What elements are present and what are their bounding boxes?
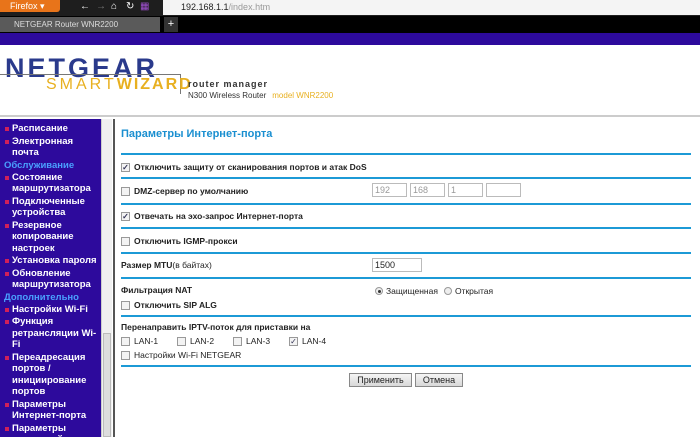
sidebar-item[interactable]: Расписание — [4, 123, 100, 135]
dmz-checkbox[interactable] — [121, 186, 130, 196]
dmz-ip-octet-3[interactable]: 1 — [448, 183, 483, 197]
sip-row: Отключить SIP ALG — [121, 300, 217, 310]
sidebar-item[interactable]: Переадресация портов / инициирование пор… — [4, 352, 100, 398]
sidebar-menu: Расписание Электронная почта Обслуживание С… — [0, 119, 100, 437]
tab-bar: NETGEAR Router WNR2200 + — [0, 16, 700, 33]
mtu-input[interactable]: 1500 — [372, 258, 422, 272]
divider — [121, 227, 691, 229]
nat-secured-radio[interactable] — [375, 287, 383, 295]
sidebar-item[interactable]: Состояние маршрутизатора — [4, 172, 100, 195]
sidebar-item[interactable]: Электронная почта — [4, 136, 100, 159]
divider — [121, 203, 691, 205]
sidebar-item[interactable]: Резервное копирование настроек — [4, 220, 100, 255]
lan-3-checkbox[interactable] — [233, 336, 242, 346]
divider — [121, 315, 691, 317]
mtu-row: Размер MTU (в байтах) — [121, 260, 212, 270]
nat-label: Фильтрация NAT — [121, 285, 193, 295]
nat-options: Защищенная Открытая — [375, 286, 493, 296]
url-host: 192.168.1.1 — [181, 2, 229, 12]
wifi-netgear-checkbox[interactable] — [121, 350, 130, 360]
browser-tab[interactable]: NETGEAR Router WNR2200 — [0, 17, 160, 32]
lan-4-label: LAN-4 — [302, 336, 327, 346]
lan-2-checkbox[interactable] — [177, 336, 186, 346]
back-icon[interactable]: ← — [80, 1, 90, 12]
dos-label: Отключить защиту от сканирования портов … — [134, 162, 367, 172]
sidebar-section-heading: Дополнительно — [4, 291, 79, 303]
firefox-menu-button[interactable]: Firefox ▾ — [0, 0, 60, 12]
igmp-row: Отключить IGMP-прокси — [121, 236, 238, 246]
page-header: NETGEAR SMARTWIZARD router manager N300 … — [0, 45, 700, 117]
sidebar-item[interactable]: Параметры Интернет-порта — [4, 399, 100, 422]
divider — [121, 252, 691, 254]
mtu-label: Размер MTU — [121, 260, 173, 270]
mtu-unit: (в байтах) — [172, 260, 212, 270]
sip-alg-checkbox[interactable] — [121, 300, 130, 310]
apps-grid-icon[interactable]: ▦ — [140, 1, 149, 12]
nat-open-radio[interactable] — [443, 287, 452, 295]
lan-4-checkbox[interactable]: ✓ — [289, 336, 298, 346]
main-content: Параметры Интернет-порта ✓ Отключить защи… — [113, 119, 700, 437]
lan-1-label: LAN-1 — [134, 336, 159, 346]
model-name: model WNR2200 — [272, 91, 334, 100]
nat-open-label: Открытая — [454, 286, 494, 296]
logo-line — [0, 74, 180, 75]
sidebar-item[interactable]: Функция ретрансляции Wi-Fi — [4, 316, 100, 351]
wifi-netgear-label: Настройки Wi-Fi NETGEAR — [134, 350, 242, 360]
sidebar-scrollbar[interactable] — [101, 119, 112, 437]
sip-alg-label: Отключить SIP ALG — [134, 300, 217, 310]
nat-secured-label: Защищенная — [386, 286, 438, 296]
iptv-lan-row: LAN-1 LAN-2 LAN-3 ✓ LAN-4 — [121, 336, 326, 346]
device-label: N300 Wireless Router model WNR2200 — [188, 91, 333, 100]
divider — [121, 277, 691, 279]
forward-icon[interactable]: → — [96, 1, 106, 12]
dos-checkbox[interactable]: ✓ — [121, 162, 130, 172]
dmz-row: DMZ-сервер по умолчанию — [121, 186, 248, 196]
reload-icon[interactable]: ↻ — [126, 1, 134, 12]
browser-toolbar: Firefox ▾ ← → ⌂ ↻ ▦ 192.168.1.1/index.ht… — [0, 0, 700, 16]
logo-wizard: WIZARD — [116, 76, 193, 93]
divider — [121, 365, 691, 367]
lan-1-checkbox[interactable] — [121, 336, 130, 346]
page-title: Параметры Интернет-порта — [121, 128, 273, 140]
apply-button[interactable]: Применить — [349, 373, 412, 387]
router-manager-label: router manager — [188, 79, 269, 89]
logo-smart: SMART — [46, 76, 117, 93]
scrollbar-thumb[interactable] — [103, 333, 111, 437]
sidebar-section-heading: Обслуживание — [4, 159, 75, 171]
dmz-label: DMZ-сервер по умолчанию — [134, 186, 249, 196]
lan-2-label: LAN-2 — [190, 336, 215, 346]
dmz-ip-octet-1[interactable]: 192 — [372, 183, 407, 197]
wifi-netgear-row: Настройки Wi-Fi NETGEAR — [121, 350, 241, 360]
ping-row: ✓ Отвечать на эхо-запрос Интернет-порта — [121, 211, 303, 221]
sidebar-item[interactable]: Настройки Wi-Fi — [4, 304, 100, 316]
igmp-label: Отключить IGMP-прокси — [134, 236, 238, 246]
url-bar[interactable]: 192.168.1.1/index.htm — [163, 0, 700, 15]
firefox-menu-label: Firefox — [10, 1, 38, 11]
ping-checkbox[interactable]: ✓ — [121, 211, 130, 221]
url-path: /index.htm — [228, 2, 271, 12]
dos-row: ✓ Отключить защиту от сканирования портов… — [121, 162, 367, 172]
sidebar-item[interactable]: Параметры локальной сети — [4, 423, 100, 437]
cancel-button[interactable]: Отмена — [415, 373, 463, 387]
lan-3-label: LAN-3 — [246, 336, 271, 346]
top-strip — [0, 33, 700, 45]
sidebar-item[interactable]: Установка пароля — [4, 255, 100, 267]
sidebar-item[interactable]: Обновление маршрутизатора — [4, 268, 100, 291]
ping-label: Отвечать на эхо-запрос Интернет-порта — [134, 211, 303, 221]
sidebar: Расписание Электронная почта Обслуживание С… — [0, 119, 112, 437]
sidebar-item[interactable]: Подключенные устройства — [4, 196, 100, 219]
igmp-checkbox[interactable] — [121, 236, 130, 246]
dmz-ip-octet-4[interactable] — [486, 183, 521, 197]
device-name: N300 Wireless Router — [188, 91, 267, 100]
iptv-label: Перенаправить IPTV-поток для приставки н… — [121, 322, 311, 332]
divider — [121, 177, 691, 179]
divider — [121, 153, 691, 155]
home-icon[interactable]: ⌂ — [111, 1, 117, 12]
smartwizard-logo: SMARTWIZARD — [46, 76, 193, 94]
dmz-ip-octet-2[interactable]: 168 — [410, 183, 445, 197]
new-tab-button[interactable]: + — [164, 17, 178, 32]
